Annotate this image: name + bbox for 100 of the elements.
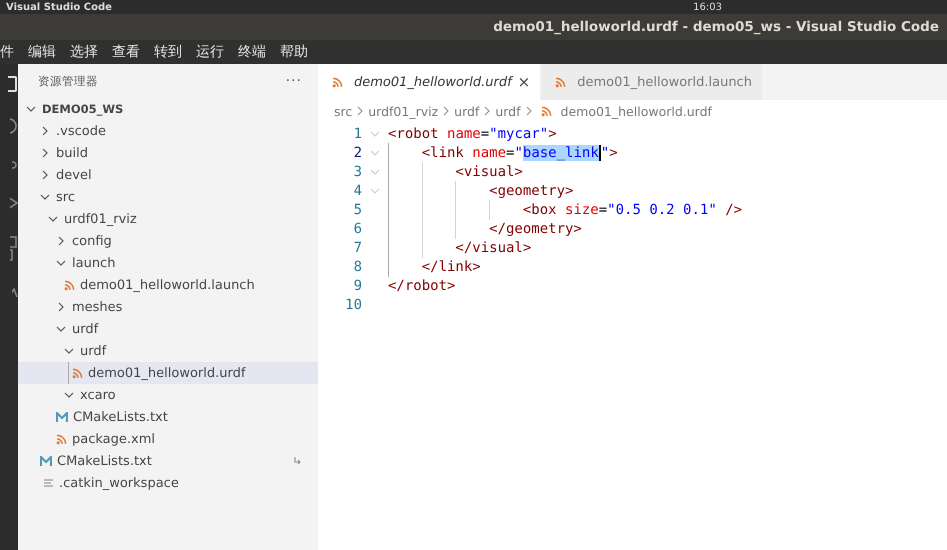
file-name: CMakeLists.txt [57, 454, 153, 468]
editor-tab[interactable]: demo01_helloworld.launch [541, 64, 763, 100]
chevron-right-icon [483, 106, 492, 116]
chevron-right-icon [356, 106, 364, 116]
folder-name: devel [56, 168, 93, 182]
line-number: 9 [352, 278, 362, 294]
chevron-down-icon [48, 214, 58, 224]
line-number: 6 [352, 220, 362, 236]
file-row[interactable]: demo01_helloworld.urdf [18, 362, 318, 384]
chevron-down-icon [40, 192, 50, 202]
menu-item[interactable]: 运行 [196, 43, 224, 61]
menu-item[interactable]: 件 [0, 43, 14, 61]
folder-name: src [56, 190, 76, 204]
chevron-right-icon [40, 126, 50, 136]
file-name: .catkin_workspace [59, 476, 180, 490]
folder-row[interactable]: urdf [18, 340, 318, 362]
code-line: </geometry> [388, 220, 582, 236]
rss-icon [56, 434, 67, 444]
code-line: <robot name="mycar"> [388, 126, 557, 142]
file-row[interactable]: CMakeLists.txt [18, 450, 318, 472]
code-line: <box size="0.5 0.2 0.1" /> [388, 202, 742, 218]
folder-row[interactable]: xcaro [18, 384, 318, 406]
line-number: 7 [352, 240, 362, 256]
file-name: demo01_helloworld.launch [80, 278, 256, 292]
rss-icon [64, 280, 75, 290]
folder-row[interactable]: urdf [18, 318, 318, 340]
folder-name: urdf [80, 344, 108, 358]
folder-row[interactable]: urdf01_rviz [18, 208, 318, 230]
folder-name: meshes [72, 300, 124, 314]
text-lines-icon [44, 478, 54, 488]
chevron-right-icon [56, 302, 66, 312]
menu-item[interactable]: 查看 [112, 43, 140, 61]
folder-row[interactable]: devel [18, 164, 318, 186]
editor-tab[interactable]: demo01_helloworld.urdf × [318, 64, 542, 100]
rss-icon [555, 76, 566, 88]
code-line: <link name="base_link"> [388, 144, 618, 160]
m-letter-icon [40, 456, 52, 466]
menu-item[interactable]: 转到 [154, 43, 182, 61]
files-icon[interactable] [8, 76, 18, 92]
file-row[interactable]: package.xml [18, 428, 318, 450]
symlink-arrow-icon [294, 457, 302, 465]
clock: 16:03 [693, 2, 722, 14]
chevron-down-icon [26, 104, 36, 114]
run-icon[interactable] [10, 196, 18, 210]
folder-row[interactable]: src [18, 186, 318, 208]
breadcrumb[interactable]: urdf [454, 104, 480, 118]
rss-icon [332, 76, 343, 88]
breadcrumb[interactable]: src [334, 104, 352, 118]
folder-name: config [72, 234, 113, 248]
more-actions[interactable]: ··· [286, 73, 302, 89]
folder-row[interactable]: config [18, 230, 318, 252]
app-name: Visual Studio Code [6, 2, 112, 14]
file-name: package.xml [72, 432, 156, 446]
chevron-right-icon [442, 106, 450, 116]
folder-row[interactable]: launch [18, 252, 318, 274]
file-name: CMakeLists.txt [73, 410, 169, 424]
window-title: demo01_helloworld.urdf - demo05_ws - Visual Studio Code [493, 19, 939, 35]
explorer-title: 资源管理器 [38, 74, 98, 88]
file-row[interactable]: demo01_helloworld.launch [18, 274, 318, 296]
breadcrumb[interactable]: demo01_helloworld.urdf [560, 104, 712, 118]
code-line: <visual> [388, 164, 523, 180]
code-line: </robot> [388, 278, 456, 294]
line-number: 10 [344, 296, 362, 312]
m-letter-icon [56, 412, 68, 422]
menu-item[interactable]: 帮助 [280, 43, 308, 61]
file-row[interactable]: CMakeLists.txt [18, 406, 318, 428]
chevron-right-icon [524, 106, 533, 116]
chevron-down-icon [56, 258, 66, 268]
rss-icon [540, 106, 552, 116]
folder-row[interactable]: build [18, 142, 318, 164]
menu-item[interactable]: 编辑 [28, 43, 56, 61]
breadcrumb[interactable]: urdf01_rviz [368, 104, 438, 118]
folder-name: urdf [72, 322, 100, 336]
folder-name: build [56, 146, 89, 160]
code-line: </link> [388, 258, 481, 274]
line-number: 3 [352, 164, 362, 180]
file-row[interactable]: .catkin_workspace [18, 472, 318, 494]
file-name: demo01_helloworld.urdf [88, 366, 247, 380]
folder-name: xcaro [80, 388, 117, 402]
close-tab-button[interactable]: × [518, 73, 530, 91]
folder-name: .vscode [56, 124, 107, 138]
folder-row[interactable]: meshes [18, 296, 318, 318]
line-number: 5 [352, 202, 362, 218]
folder-row[interactable]: .vscode [18, 120, 318, 142]
folder-row[interactable]: DEMO05_WS [18, 98, 318, 120]
chevron-down-icon [64, 346, 74, 356]
folder-name: urdf01_rviz [64, 212, 138, 226]
menu-item[interactable]: 终端 [238, 43, 266, 61]
chevron-right-icon [40, 148, 50, 158]
line-number: 8 [352, 258, 362, 274]
line-number: 4 [352, 182, 362, 198]
breadcrumb[interactable]: urdf [495, 104, 521, 118]
chevron-down-icon [64, 390, 74, 400]
folder-name: launch [72, 256, 116, 270]
chevron-right-icon [40, 170, 50, 180]
code-line: </visual> [388, 240, 532, 256]
chevron-right-icon [56, 236, 66, 246]
rss-icon [72, 368, 83, 378]
menu-item[interactable]: 选择 [70, 43, 98, 61]
chevron-down-icon [56, 324, 66, 334]
